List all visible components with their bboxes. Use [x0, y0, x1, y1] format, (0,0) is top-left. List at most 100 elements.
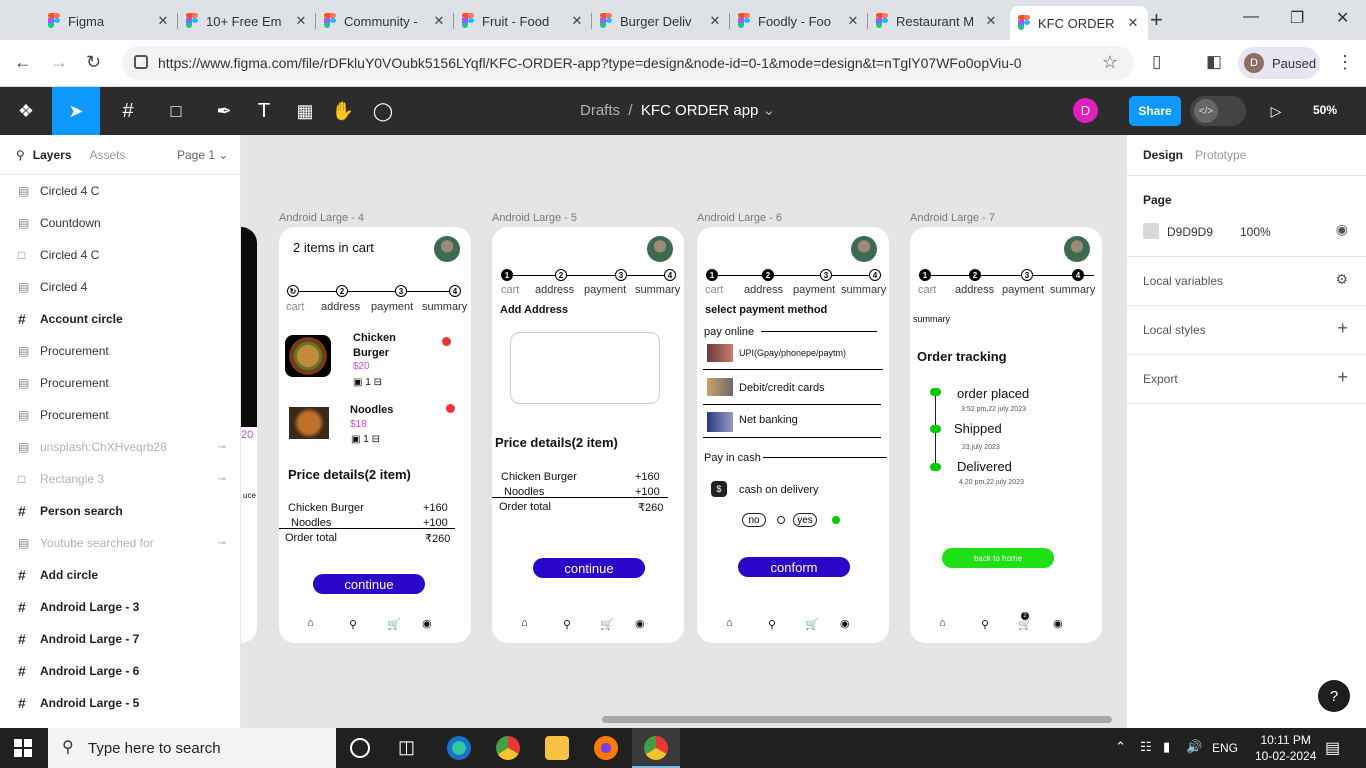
- home-icon[interactable]: ⌂: [521, 617, 528, 629]
- frame-android-large-7[interactable]: 1 2 3 4 cart address payment summary sum…: [910, 227, 1102, 643]
- cart-icon[interactable]: 🛒: [387, 618, 401, 631]
- frame-label[interactable]: Android Large - 6: [697, 212, 782, 224]
- notifications-icon[interactable]: ▤: [1325, 738, 1340, 758]
- conform-button[interactable]: conform: [738, 557, 850, 577]
- battery-icon[interactable]: ▮: [1163, 739, 1170, 755]
- present-icon[interactable]: ▷: [1266, 87, 1286, 135]
- payment-method[interactable]: Net banking: [739, 414, 798, 426]
- layer-item[interactable]: # Android Large - 5: [0, 687, 240, 719]
- close-tab-icon[interactable]: ✕: [432, 13, 446, 29]
- layer-item[interactable]: □ Circled 4 C: [0, 239, 240, 271]
- search-icon[interactable]: ⚲: [563, 618, 571, 631]
- taskbar-search-box[interactable]: ⚲ Type here to search: [48, 728, 336, 768]
- close-tab-icon[interactable]: ✕: [570, 13, 584, 29]
- reload-icon[interactable]: ↻: [86, 52, 101, 73]
- resources-icon[interactable]: ▦: [292, 87, 318, 135]
- yes-option[interactable]: yes: [793, 513, 817, 527]
- windows-start-icon[interactable]: [14, 739, 32, 757]
- layer-item[interactable]: ▤ Procurement: [0, 399, 240, 431]
- extensions-icon[interactable]: ▯: [1152, 52, 1161, 72]
- file-name[interactable]: KFC ORDER app: [641, 102, 759, 119]
- show-hidden-icons[interactable]: ⌃: [1115, 739, 1126, 755]
- close-tab-icon[interactable]: ✕: [984, 13, 998, 29]
- user-avatar[interactable]: D: [1073, 98, 1098, 123]
- home-icon[interactable]: ⌂: [939, 617, 946, 629]
- search-icon[interactable]: ⚲: [768, 618, 776, 631]
- layer-item[interactable]: ▤ Procurement: [0, 335, 240, 367]
- browser-tab[interactable]: Restaurant M ✕: [868, 6, 1006, 36]
- text-tool-icon[interactable]: T: [252, 87, 276, 135]
- side-panel-icon[interactable]: ◧: [1206, 52, 1222, 72]
- layer-item[interactable]: # Account circle: [0, 303, 240, 335]
- new-tab-button[interactable]: +: [1150, 7, 1163, 33]
- page-color-swatch[interactable]: [1143, 223, 1159, 239]
- clock[interactable]: 10:11 PM 10-02-2024: [1255, 732, 1316, 764]
- layer-item[interactable]: # Android Large - 6: [0, 655, 240, 687]
- url-field[interactable]: https://www.figma.com/file/rDFkluY0VOubk…: [122, 46, 1134, 80]
- language-indicator[interactable]: ENG: [1212, 741, 1238, 755]
- hidden-eye-icon[interactable]: ⊸: [218, 442, 226, 453]
- breadcrumb-drafts[interactable]: Drafts: [580, 102, 620, 119]
- bookmark-star-icon[interactable]: ☆: [1102, 52, 1118, 73]
- task-view-icon[interactable]: ◫: [398, 737, 415, 758]
- close-tab-icon[interactable]: ✕: [846, 13, 860, 29]
- layer-item[interactable]: ▤ Circled 4: [0, 271, 240, 303]
- address-input[interactable]: [510, 332, 660, 404]
- tab-prototype[interactable]: Prototype: [1195, 148, 1246, 162]
- layer-item[interactable]: ▤ unsplash:ChXHveqrb28 ⊸: [0, 431, 240, 463]
- main-menu-icon[interactable]: ❖: [8, 87, 44, 135]
- add-export-icon[interactable]: +: [1337, 367, 1348, 388]
- layer-item[interactable]: # Android Large - 7: [0, 623, 240, 655]
- search-icon[interactable]: ⚲: [981, 618, 989, 631]
- layer-item[interactable]: ▤ Countdown: [0, 207, 240, 239]
- close-tab-icon[interactable]: ✕: [1126, 15, 1140, 31]
- firefox-icon[interactable]: [594, 736, 618, 760]
- account-icon[interactable]: ◉: [840, 617, 850, 630]
- account-icon[interactable]: ◉: [422, 617, 432, 630]
- cortana-icon[interactable]: [350, 738, 370, 758]
- local-styles-label[interactable]: Local styles: [1143, 323, 1206, 337]
- continue-button[interactable]: continue: [313, 574, 425, 594]
- close-tab-icon[interactable]: ✕: [156, 13, 170, 29]
- back-icon[interactable]: ←: [14, 52, 32, 73]
- browser-tab[interactable]: Figma ✕: [40, 6, 178, 36]
- browser-tab[interactable]: Foodly - Foo ✕: [730, 6, 868, 36]
- frame-android-large-5[interactable]: 1 2 3 4 cart address payment summary Add…: [492, 227, 684, 643]
- site-info-icon[interactable]: [134, 55, 148, 69]
- page-color-hex[interactable]: D9D9D9: [1167, 225, 1213, 239]
- browser-tab[interactable]: KFC ORDER ✕: [1010, 6, 1148, 40]
- browser-tab[interactable]: 10+ Free Em ✕: [178, 6, 316, 36]
- yes-radio[interactable]: [832, 516, 840, 524]
- page-opacity[interactable]: 100%: [1240, 225, 1271, 239]
- dev-mode-toggle[interactable]: </>: [1190, 96, 1246, 126]
- hand-tool-icon[interactable]: ✋: [330, 87, 356, 135]
- payment-method[interactable]: UPI(Gpay/phonepe/paytm): [739, 348, 846, 358]
- tab-assets[interactable]: Assets: [90, 148, 126, 162]
- cart-icon[interactable]: 🛒: [600, 618, 614, 631]
- pen-tool-icon[interactable]: ✒: [204, 87, 244, 135]
- no-option[interactable]: no: [742, 513, 766, 527]
- forward-icon[interactable]: →: [50, 52, 68, 73]
- edge-icon[interactable]: [447, 736, 471, 760]
- frame-label[interactable]: Android Large - 4: [279, 212, 364, 224]
- hidden-eye-icon[interactable]: ⊸: [218, 474, 226, 485]
- browser-tab[interactable]: Burger Deliv ✕: [592, 6, 730, 36]
- export-label[interactable]: Export: [1143, 372, 1178, 386]
- layer-item[interactable]: # Android Large - 3: [0, 591, 240, 623]
- minimize-icon[interactable]: —: [1243, 8, 1259, 26]
- browser-menu-icon[interactable]: ⋮: [1336, 52, 1354, 73]
- browser-tab[interactable]: Community - ✕: [316, 6, 454, 36]
- layer-item[interactable]: ▤ Circled 4 C: [0, 175, 240, 207]
- search-icon[interactable]: ⚲: [16, 148, 25, 162]
- layer-item[interactable]: # Person search: [0, 495, 240, 527]
- variables-icon[interactable]: ⚙: [1335, 271, 1348, 288]
- move-tool-icon[interactable]: ➤: [52, 87, 100, 135]
- page-selector[interactable]: Page 1 ⌄: [177, 148, 228, 162]
- close-tab-icon[interactable]: ✕: [294, 13, 308, 29]
- partial-frame[interactable]: 20 uce: [241, 227, 257, 643]
- layer-item[interactable]: ▤ Youtube searched for ⊸: [0, 527, 240, 559]
- comment-tool-icon[interactable]: ◯: [370, 87, 396, 135]
- zoom-level[interactable]: 50%: [1313, 103, 1337, 117]
- add-style-icon[interactable]: +: [1337, 318, 1348, 339]
- chrome-active-taskbar-item[interactable]: [632, 728, 680, 768]
